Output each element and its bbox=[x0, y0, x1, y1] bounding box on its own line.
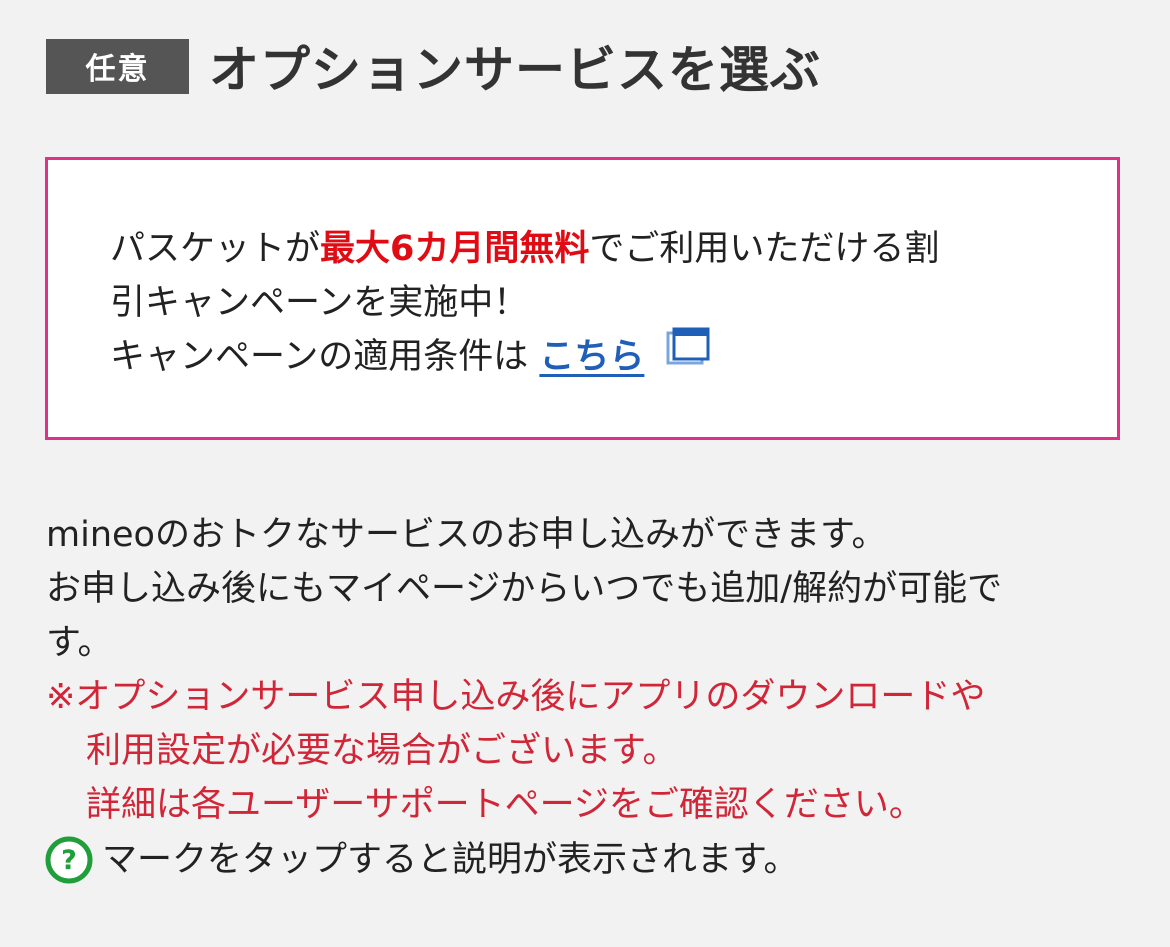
campaign-conditions-link[interactable]: こちら bbox=[539, 337, 644, 377]
campaign-line-3: キャンペーンの適用条件は こちら bbox=[110, 327, 1070, 384]
service-description: mineoのおトクなサービスのお申し込みができます。 お申し込み後にもマイページ… bbox=[46, 508, 1136, 670]
section-header: 任意 オプションサービスを選ぶ bbox=[46, 30, 821, 102]
page-title: オプションサービスを選ぶ bbox=[209, 41, 821, 99]
question-circle-glyph: ? bbox=[61, 845, 77, 876]
campaign-line-1: パスケットが最大6カ月間無料でご利用いただける割 bbox=[110, 222, 1070, 276]
description-line-2: お申し込み後にもマイページからいつでも追加/解約が可能で bbox=[46, 569, 1003, 609]
help-hint: ? マークをタップすると説明が表示されます。 bbox=[44, 833, 799, 887]
campaign-banner: パスケットが最大6カ月間無料でご利用いただける割 引キャンペーンを実施中！ キャ… bbox=[45, 157, 1120, 440]
campaign-conditions-prefix: キャンペーンの適用条件は bbox=[110, 337, 540, 377]
optional-badge: 任意 bbox=[46, 38, 189, 94]
campaign-text: パスケットが最大6カ月間無料でご利用いただける割 引キャンペーンを実施中！ キャ… bbox=[110, 222, 1070, 384]
question-circle-icon: ? bbox=[45, 836, 93, 884]
description-line-3: す。 bbox=[46, 623, 113, 663]
external-window-icon[interactable] bbox=[666, 327, 712, 383]
service-notes: ※オプションサービス申し込み後にアプリのダウンロードや 利用設定が必要な場合がご… bbox=[46, 670, 1146, 832]
note-line-3: 詳細は各ユーザーサポートページをご確認ください。 bbox=[86, 785, 924, 825]
campaign-text-before: パスケットが bbox=[110, 229, 321, 269]
note-line-1: ※オプションサービス申し込み後にアプリのダウンロードや bbox=[46, 677, 986, 717]
help-hint-text: マークをタップすると説明が表示されます。 bbox=[102, 840, 799, 880]
campaign-line-2: 引キャンペーンを実施中！ bbox=[110, 283, 529, 323]
note-line-2: 利用設定が必要な場合がございます。 bbox=[86, 731, 678, 771]
description-line-1: mineoのおトクなサービスのお申し込みができます。 bbox=[46, 515, 887, 555]
campaign-highlight: 最大6カ月間無料 bbox=[320, 229, 590, 269]
campaign-text-after: でご利用いただける割 bbox=[589, 229, 940, 269]
